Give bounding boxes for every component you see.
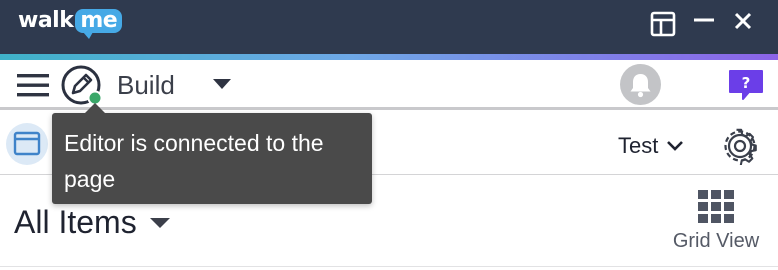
grid-icon	[698, 190, 734, 223]
items-filter-label: All Items	[14, 204, 137, 240]
items-list-header: All Items Grid View	[0, 176, 778, 270]
page-button[interactable]	[6, 123, 48, 165]
logo-me-bubble: me	[75, 8, 123, 39]
main-toolbar: Build ?	[0, 60, 778, 110]
help-label: ?	[742, 74, 751, 92]
minimize-icon[interactable]	[690, 10, 718, 38]
editor-pencil-icon[interactable]	[60, 64, 104, 108]
caret-down-icon	[149, 217, 170, 228]
walkme-logo: walk me	[18, 8, 123, 39]
grid-view-toggle[interactable]: Grid View	[660, 188, 772, 260]
app-titlebar: walk me	[0, 0, 778, 54]
page-window-icon	[13, 131, 41, 156]
chevron-down-icon[interactable]	[211, 76, 233, 92]
bell-icon	[630, 74, 651, 98]
logo-walk-text: walk	[18, 8, 74, 33]
grid-view-label: Grid View	[672, 230, 760, 252]
help-icon[interactable]: ?	[727, 68, 765, 102]
environment-label: Test	[618, 133, 659, 158]
items-filter-dropdown[interactable]: All Items	[14, 204, 171, 241]
close-icon[interactable]	[730, 10, 758, 38]
layout-icon[interactable]	[649, 10, 677, 38]
environment-select[interactable]: Test	[618, 133, 684, 159]
gear-icon[interactable]	[721, 127, 759, 165]
mode-label[interactable]: Build	[117, 70, 175, 101]
hamburger-menu-icon[interactable]	[16, 71, 50, 99]
chevron-down-icon	[667, 141, 684, 151]
notifications-button[interactable]	[620, 64, 661, 105]
divider	[0, 266, 778, 267]
